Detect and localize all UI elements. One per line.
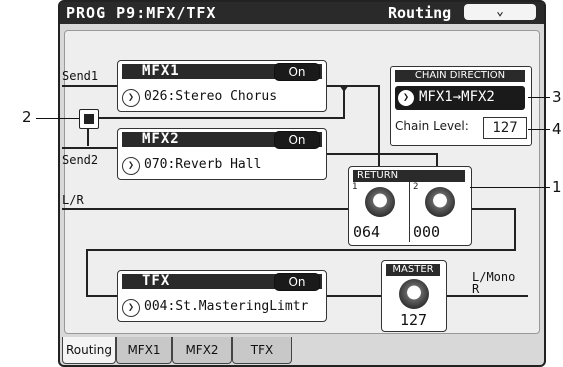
tab-mfx2[interactable]: MFX2 [172, 337, 232, 364]
tfx-label: TFX [142, 273, 171, 289]
lr-label: L/R [62, 193, 84, 207]
mfx1-label: MFX1 [142, 63, 180, 79]
chain-direction-value: MFX1→MFX2 [419, 89, 495, 105]
mfx1-return-wire [378, 85, 380, 170]
tfx-feed-wire [86, 249, 516, 251]
return-header: RETURN [353, 170, 465, 182]
return1-value: 064 [353, 223, 381, 241]
callout-2-line [36, 118, 79, 119]
master-value: 127 [400, 311, 428, 329]
master-header: MASTER [386, 264, 440, 276]
return1-knob-icon[interactable] [365, 187, 395, 217]
chain-direction-arrow-icon: ❯ [398, 90, 414, 106]
callout-3-line [528, 97, 550, 98]
page-title: PROG P9:MFX/TFX [66, 4, 217, 22]
return2-value: 000 [413, 223, 441, 241]
chain-direction-button[interactable]: ❯ MFX1→MFX2 [395, 86, 525, 110]
return-ch2-label: 2 [413, 182, 419, 192]
title-bar: PROG P9:MFX/TFX Routing ⌄ [60, 2, 544, 24]
callout-1-line [470, 187, 550, 188]
output-r-label: R [472, 282, 480, 296]
master-out-wire [446, 295, 528, 297]
master-block: MASTER 127 [381, 260, 447, 332]
send2-wire [62, 147, 117, 149]
mfx2-effect-name[interactable]: 070:Reverb Hall [144, 157, 261, 172]
send1-wire [62, 85, 117, 87]
send1-label: Send1 [62, 69, 99, 83]
callout-3: 3 [552, 88, 562, 106]
callout-4-line [528, 129, 550, 130]
tfx-block: TFX On ❯ 004:St.MasteringLimtr [117, 270, 327, 322]
master-knob-icon[interactable] [399, 279, 429, 309]
mfx2-on-button[interactable]: On [274, 131, 320, 149]
checkbox-check-icon [84, 114, 94, 124]
mfx1-select-arrow-icon[interactable]: ❯ [122, 89, 140, 107]
mfx2-block: MFX2 On ❯ 070:Reverb Hall [117, 128, 327, 180]
chain-direction-block: CHAIN DIRECTION ❯ MFX1→MFX2 Chain Level:… [390, 66, 532, 146]
page-name: Routing [388, 4, 452, 22]
mfx1-on-button[interactable]: On [274, 63, 320, 81]
lr-wire [62, 208, 350, 210]
tab-routing[interactable]: Routing [62, 337, 116, 364]
mfx2-label: MFX2 [142, 131, 180, 147]
split-point-icon [339, 85, 349, 92]
chevron-down-icon: ⌄ [496, 4, 504, 19]
send2-label: Send2 [62, 153, 99, 167]
chain-direction-header: CHAIN DIRECTION [395, 70, 525, 82]
tfx-select-arrow-icon[interactable]: ❯ [122, 299, 140, 317]
tab-mfx1[interactable]: MFX1 [116, 337, 172, 364]
return-divider [409, 182, 410, 242]
chain-checkbox[interactable] [79, 109, 99, 129]
tfx-out-wire [325, 295, 383, 297]
tfx-on-button[interactable]: On [274, 273, 320, 291]
mfx2-select-arrow-icon[interactable]: ❯ [122, 157, 140, 175]
send2-drop-wire [87, 126, 89, 146]
callout-4: 4 [552, 120, 562, 138]
mfx2-out-wire [325, 153, 437, 155]
tab-tfx[interactable]: TFX [232, 337, 292, 364]
callout-2: 2 [22, 108, 32, 126]
tfx-in-wire [86, 295, 118, 297]
return-ch1-label: 1 [352, 182, 358, 192]
tfx-feed-wire-down [86, 249, 88, 296]
chain-wire [97, 117, 345, 119]
mfx1-block: MFX1 On ❯ 026:Stereo Chorus [117, 60, 327, 112]
mfx1-out-wire [325, 85, 380, 87]
mfx1-effect-name[interactable]: 026:Stereo Chorus [144, 89, 277, 104]
chain-level-field[interactable]: 127 [483, 117, 527, 139]
callout-1: 1 [552, 178, 562, 196]
page-menu-button[interactable]: ⌄ [464, 4, 536, 20]
return2-knob-icon[interactable] [425, 187, 455, 217]
tfx-effect-name[interactable]: 004:St.MasteringLimtr [144, 299, 308, 314]
chain-level-label: Chain Level: [395, 119, 469, 133]
lr-wire-right [468, 208, 516, 210]
mfx2-return-wire [436, 153, 438, 167]
return-block: RETURN 1 2 064 000 [348, 166, 472, 246]
lr-wire-down [514, 208, 516, 250]
